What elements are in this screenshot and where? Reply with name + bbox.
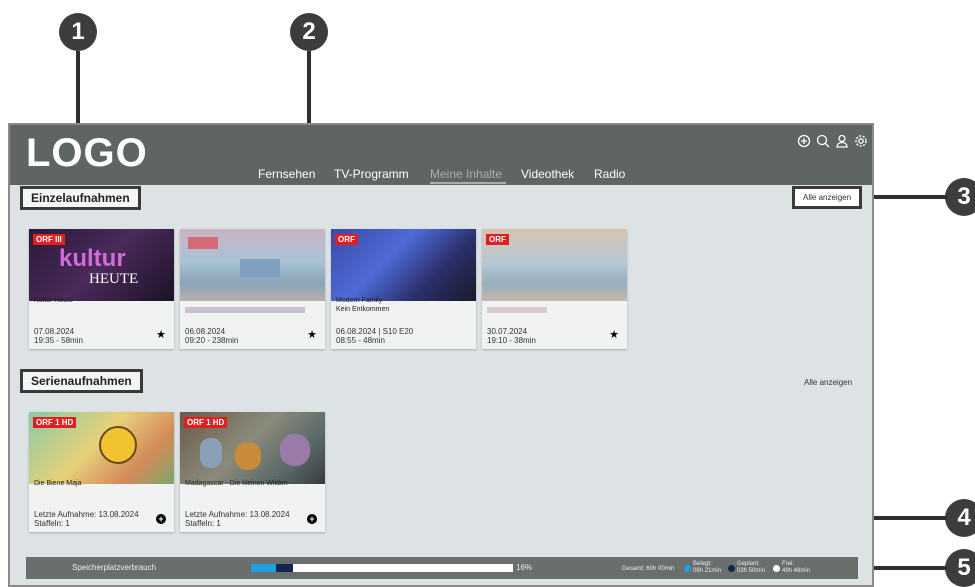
storage-frei: Frei: 49h 48min — [782, 561, 811, 574]
header: LOGO Fernsehen TV-Programm Meine Inhalte… — [10, 125, 872, 185]
channel-badge: ORF — [335, 234, 358, 245]
callout-4: 4 — [945, 499, 975, 537]
nav-fernsehen[interactable]: Fernsehen — [258, 167, 315, 181]
storage-total: Gesamt: 60h 00min — [622, 566, 675, 572]
storage-progress-planned — [276, 564, 293, 572]
pixelated-block — [188, 237, 218, 249]
belegt-dot — [684, 565, 691, 572]
card-title: Madagascar - Die kleinen Wilden — [185, 480, 288, 487]
user-icon[interactable] — [835, 134, 849, 148]
serien-alle-anzeigen-button[interactable]: Alle anzeigen — [804, 378, 852, 387]
card-date: 06.08.2024 | S10 E20 08:55 - 48min — [336, 327, 414, 345]
storage-bar: Speicherplatzverbrauch 16% Gesamt: 60h 0… — [26, 557, 858, 579]
geplant-dot — [728, 565, 735, 572]
blurred-title — [185, 307, 305, 313]
callout-1: 1 — [59, 13, 97, 51]
recording-card[interactable]: ORF III kultur HEUTE Kultur Heute 07.08.… — [29, 229, 174, 349]
blurred-title — [487, 307, 547, 313]
card-date: 06.08.2024 09:20 - 238min — [185, 327, 239, 345]
channel-badge: ORF III — [33, 234, 65, 245]
plus-icon[interactable]: + — [156, 514, 166, 524]
callout-2: 2 — [290, 13, 328, 51]
thumbnail — [180, 229, 325, 301]
nav-radio[interactable]: Radio — [594, 167, 625, 181]
character — [200, 438, 222, 468]
card-title: Die Biene Maja — [34, 480, 82, 487]
thumbnail: ORF — [482, 229, 627, 301]
thumbnail: ORF III kultur HEUTE — [29, 229, 174, 301]
storage-label: Speicherplatzverbrauch — [72, 563, 157, 572]
series-card[interactable]: ORF 1 HD Madagascar - Die kleinen Wilden… — [180, 412, 325, 532]
star-icon[interactable]: ★ — [609, 328, 619, 341]
storage-geplant: Geplant: 03h 50min — [737, 561, 766, 574]
thumbnail: ORF 1 HD — [180, 412, 325, 484]
card-date: 30.07.2024 19:10 - 38min — [487, 327, 536, 345]
callout-3: 3 — [945, 178, 975, 216]
character — [235, 442, 261, 470]
kultur-logo: kultur — [59, 245, 126, 272]
channel-badge: ORF — [486, 234, 509, 245]
card-date: Letzte Aufnahme: 13.08.2024 Staffeln: 1 — [34, 510, 139, 528]
serienaufnahmen-title: Serienaufnahmen — [20, 369, 143, 393]
thumbnail: ORF — [331, 229, 476, 301]
nav-tv-programm[interactable]: TV-Programm — [334, 167, 409, 181]
bee-character — [99, 426, 137, 464]
settings-icon[interactable] — [854, 134, 868, 148]
plus-icon[interactable]: + — [307, 514, 317, 524]
callout-5: 5 — [945, 549, 975, 587]
search-icon[interactable] — [816, 134, 830, 148]
nav-active-underline — [430, 182, 506, 184]
star-icon[interactable]: ★ — [156, 328, 166, 341]
nav-videothek[interactable]: Videothek — [521, 167, 574, 181]
channel-badge: ORF 1 HD — [33, 417, 77, 428]
logo[interactable]: LOGO — [26, 131, 148, 176]
thumbnail: ORF 1 HD — [29, 412, 174, 484]
app-window: LOGO Fernsehen TV-Programm Meine Inhalte… — [8, 123, 874, 587]
star-icon[interactable]: ★ — [307, 328, 317, 341]
einzelaufnahmen-title: Einzelaufnahmen — [20, 186, 141, 210]
card-subtitle: Kein Entkommen — [336, 306, 390, 313]
callout-3-line — [862, 195, 947, 199]
storage-percent: 16% — [516, 563, 533, 572]
pixelated-block — [240, 259, 280, 277]
heute-logo: HEUTE — [89, 271, 139, 287]
channel-badge: ORF 1 HD — [184, 417, 228, 428]
card-date: 07.08.2024 19:35 - 58min — [34, 327, 83, 345]
recording-card[interactable]: ORF Modern Family Kein Entkommen 06.08.2… — [331, 229, 476, 349]
character — [280, 434, 310, 466]
card-title: Modern Family — [336, 297, 383, 304]
recording-card[interactable]: ORF 30.07.2024 19:10 - 38min ★ — [482, 229, 627, 349]
add-channel-icon[interactable] — [797, 134, 811, 148]
series-card[interactable]: ORF 1 HD Die Biene Maja Letzte Aufnahme:… — [29, 412, 174, 532]
storage-belegt: Belegt: 06h 21min — [693, 561, 722, 574]
storage-progress-used — [251, 564, 276, 572]
frei-dot — [773, 565, 780, 572]
card-title: Kultur Heute — [34, 297, 73, 304]
recording-card[interactable]: 06.08.2024 09:20 - 238min ★ — [180, 229, 325, 349]
card-date: Letzte Aufnahme: 13.08.2024 Staffeln: 1 — [185, 510, 290, 528]
nav-meine-inhalte[interactable]: Meine Inhalte — [430, 167, 502, 181]
einzel-alle-anzeigen-button[interactable]: Alle anzeigen — [792, 186, 863, 209]
